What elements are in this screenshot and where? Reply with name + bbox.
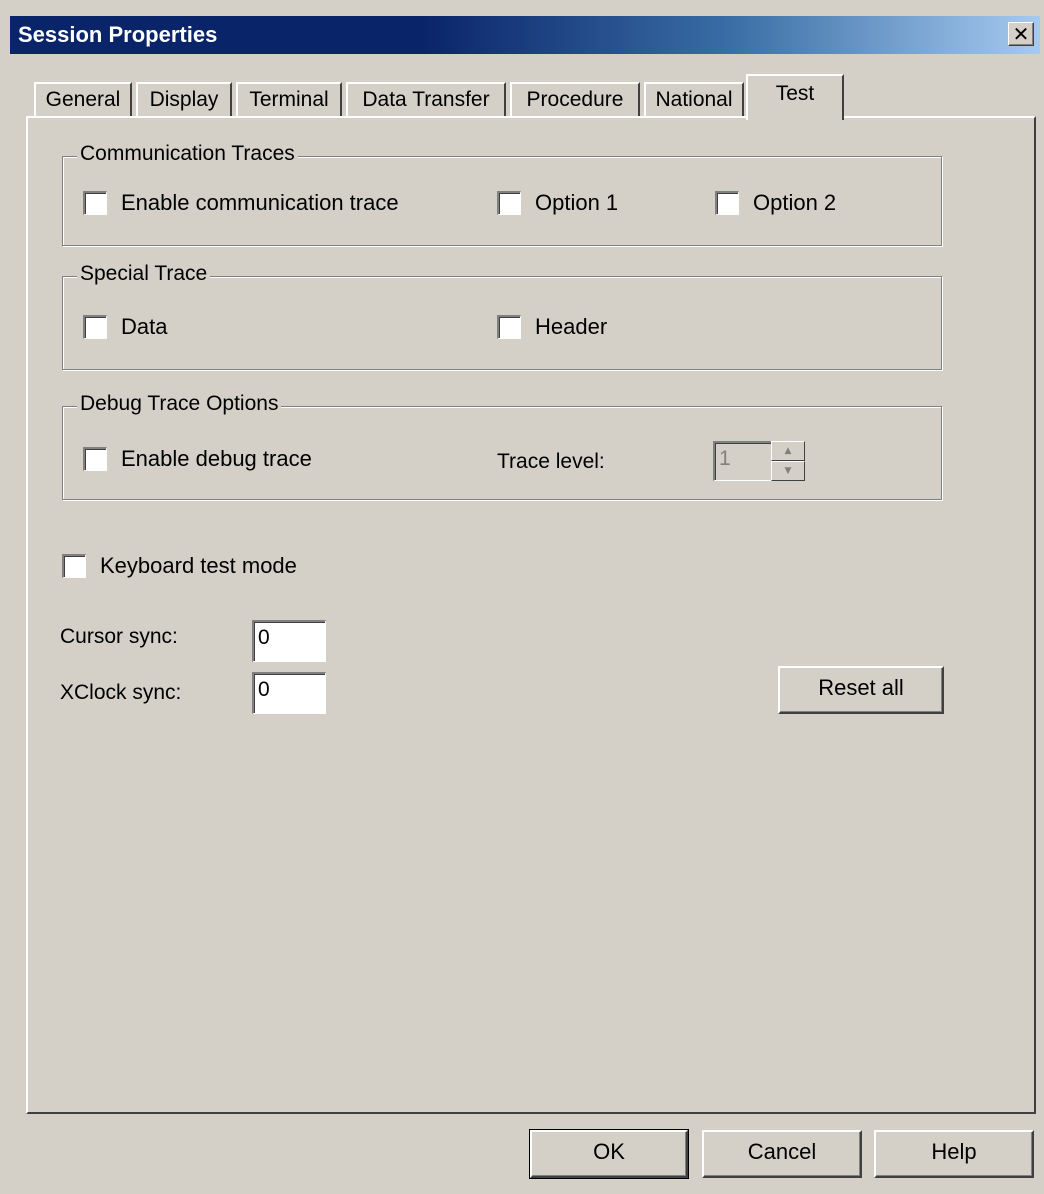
checkbox-box[interactable] <box>62 554 86 578</box>
tab-panel-test: Communication Traces Enable communicatio… <box>26 116 1036 1114</box>
option2-checkbox[interactable]: Option 2 <box>715 189 836 217</box>
checkbox-box[interactable] <box>497 315 521 339</box>
checkbox-box[interactable] <box>497 191 521 215</box>
header-label: Header <box>535 314 608 339</box>
tab-display[interactable]: Display <box>136 82 232 118</box>
data-label: Data <box>121 314 168 339</box>
trace-level-label: Trace level: <box>497 450 605 473</box>
data-checkbox[interactable]: Data <box>83 313 167 341</box>
cursor-sync-label: Cursor sync: <box>60 625 178 648</box>
spin-down-icon[interactable]: ▼ <box>771 461 805 481</box>
checkbox-box[interactable] <box>83 315 107 339</box>
communication-traces-group: Communication Traces Enable communicatio… <box>62 141 942 246</box>
trace-level-input[interactable]: 1 <box>713 441 773 481</box>
special-trace-group: Special Trace Data Header <box>62 261 942 370</box>
help-button[interactable]: Help <box>874 1130 1034 1178</box>
enable-communication-trace-label: Enable communication trace <box>121 190 399 215</box>
option1-checkbox[interactable]: Option 1 <box>497 189 618 217</box>
checkbox-box[interactable] <box>715 191 739 215</box>
xclock-sync-input[interactable]: 0 <box>252 672 326 714</box>
header-checkbox[interactable]: Header <box>497 313 607 341</box>
tab-test[interactable]: Test <box>746 74 844 120</box>
cancel-button[interactable]: Cancel <box>702 1130 862 1178</box>
special-trace-legend: Special Trace <box>77 261 211 287</box>
tab-general[interactable]: General <box>34 82 132 118</box>
tab-procedure[interactable]: Procedure <box>510 82 640 118</box>
title-bar[interactable]: Session Properties ✕ <box>10 16 1040 54</box>
keyboard-test-mode-checkbox[interactable]: Keyboard test mode <box>62 552 297 580</box>
checkbox-box[interactable] <box>83 447 107 471</box>
ok-button[interactable]: OK <box>529 1129 689 1179</box>
cursor-sync-input[interactable]: 0 <box>252 620 326 662</box>
communication-traces-legend: Communication Traces <box>77 141 298 167</box>
tab-data-transfer[interactable]: Data Transfer <box>346 82 506 118</box>
enable-debug-trace-label: Enable debug trace <box>121 446 312 471</box>
spin-up-icon[interactable]: ▲ <box>771 441 805 461</box>
xclock-sync-label: XClock sync: <box>60 681 182 704</box>
tab-national[interactable]: National <box>644 82 744 118</box>
tab-terminal[interactable]: Terminal <box>236 82 342 118</box>
keyboard-test-mode-label: Keyboard test mode <box>100 553 297 578</box>
option1-label: Option 1 <box>535 190 619 215</box>
debug-trace-options-legend: Debug Trace Options <box>77 391 282 417</box>
option2-label: Option 2 <box>753 190 837 215</box>
enable-debug-trace-checkbox[interactable]: Enable debug trace <box>83 445 312 473</box>
enable-communication-trace-checkbox[interactable]: Enable communication trace <box>83 189 399 217</box>
close-icon[interactable]: ✕ <box>1008 22 1034 46</box>
window-title: Session Properties <box>18 22 218 47</box>
debug-trace-options-group: Debug Trace Options Enable debug trace T… <box>62 391 942 500</box>
trace-level-spinner[interactable]: ▲ ▼ <box>771 441 805 481</box>
reset-all-button[interactable]: Reset all <box>778 666 944 714</box>
checkbox-box[interactable] <box>83 191 107 215</box>
